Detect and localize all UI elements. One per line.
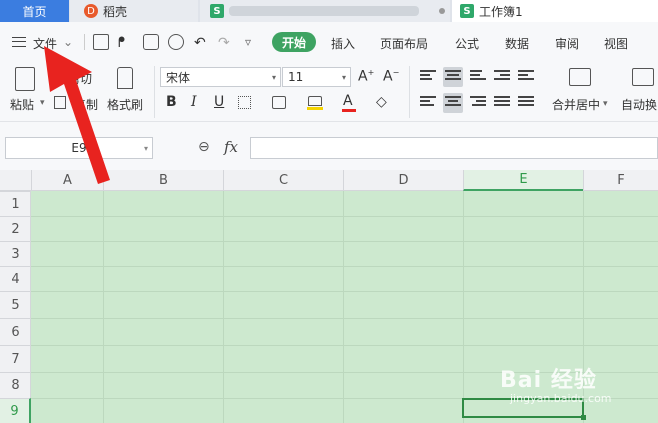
baidu-watermark-url: jingyan.baidu.com	[510, 392, 612, 405]
arrow-shape	[44, 46, 110, 184]
red-arrow-icon	[44, 46, 110, 184]
baidu-watermark: Bai 经验	[500, 368, 597, 393]
